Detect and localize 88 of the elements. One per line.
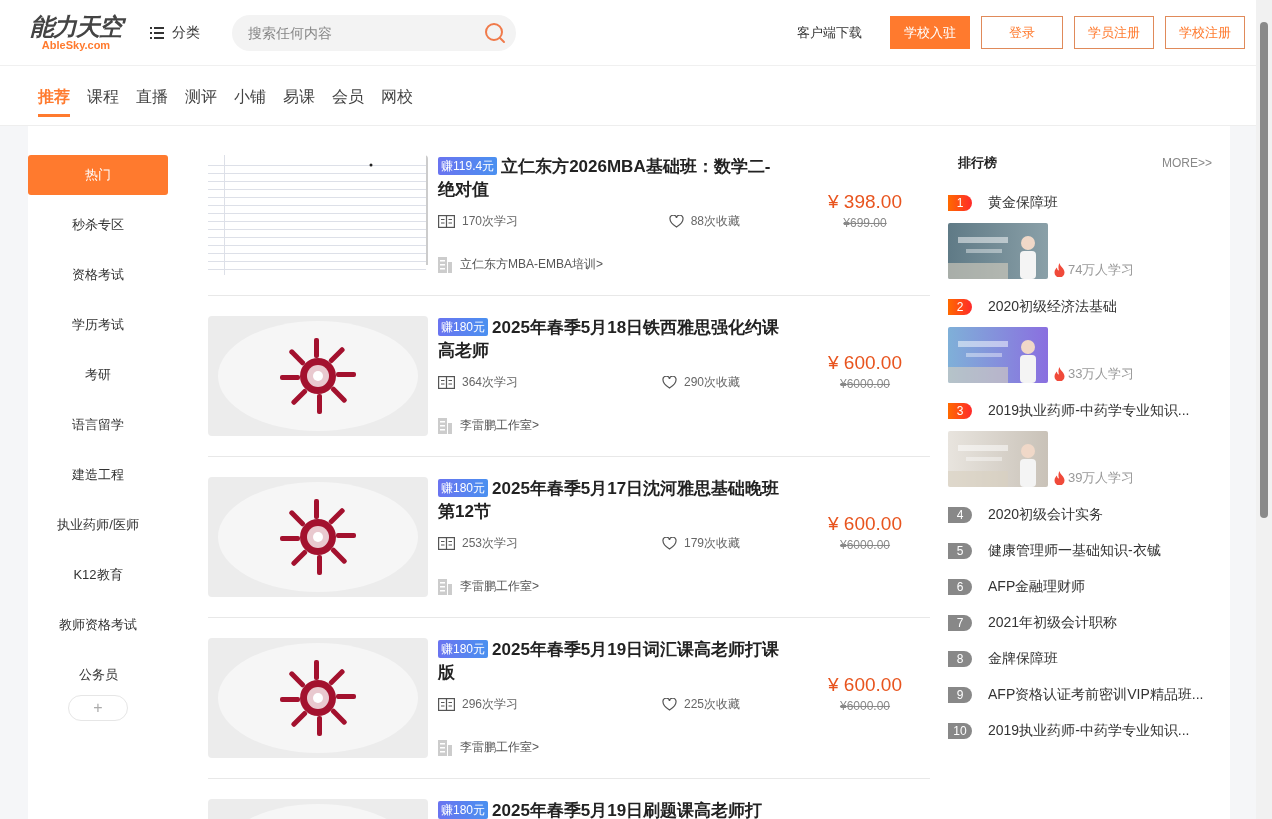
rank-badge: 5	[948, 543, 972, 559]
learner-count: 33万人学习	[1068, 365, 1135, 383]
provider-link[interactable]: 李雷鹏工作室>	[460, 578, 539, 595]
learner-count: 364次学习	[462, 374, 519, 391]
rank-badge: 7	[948, 615, 972, 631]
nav-tab[interactable]: 会员	[332, 78, 364, 117]
nav-tab[interactable]: 易课	[283, 78, 315, 117]
heart-icon[interactable]	[661, 698, 677, 711]
ranking-item[interactable]: 2021年初级会计职称	[988, 614, 1118, 632]
category-item[interactable]: 秒杀专区	[28, 205, 168, 245]
building-icon	[438, 578, 452, 595]
rank-badge: 6	[948, 579, 972, 595]
course-title[interactable]: 赚180元 2025年春季5月17日沈河雅思基础晚班第12节	[438, 477, 783, 523]
rank-badge: 10	[948, 723, 972, 739]
logo-subtitle: AbleSky.com	[41, 39, 111, 51]
ranking-item[interactable]: AFP资格认证考前密训VIP精品班...	[988, 686, 1204, 704]
book-icon	[438, 215, 455, 228]
learner-count: 74万人学习	[1068, 261, 1135, 279]
search-field[interactable]: 搜索任何内容	[232, 14, 516, 51]
ranking-item[interactable]: 2019执业药师-中药学专业知识...	[988, 402, 1190, 420]
price: ¥ 398.00	[828, 191, 902, 213]
rank-badge: 8	[948, 651, 972, 667]
favorite-count: 88次收藏	[690, 213, 740, 230]
ranking-item[interactable]: 黄金保障班	[988, 194, 1058, 212]
rank-badge: 2	[948, 299, 972, 315]
nav-tab[interactable]: 小铺	[234, 78, 266, 117]
nav-tab[interactable]: 课程	[87, 78, 119, 117]
heart-icon[interactable]	[668, 215, 684, 228]
original-price: ¥6000.00	[839, 699, 891, 713]
learner-count: 170次学习	[462, 213, 519, 230]
rank-badge: 4	[948, 507, 972, 523]
favorite-count: 290次收藏	[683, 374, 740, 391]
category-item[interactable]: 教师资格考试	[28, 605, 168, 645]
ranking-item[interactable]: 健康管理师一基础知识-衣铖	[988, 542, 1161, 560]
ranking-item[interactable]: 2019执业药师-中药学专业知识...	[988, 722, 1190, 740]
ranking-item[interactable]: 金牌保障班	[988, 650, 1058, 668]
category-item[interactable]: 公务员	[28, 655, 168, 695]
ranking-item[interactable]: 2020初级会计实务	[988, 506, 1104, 524]
nav-tab[interactable]: 直播	[136, 78, 168, 117]
category-item[interactable]: K12教育	[28, 555, 168, 595]
course-title[interactable]: 赚180元 2025年春季5月19日刷题课高老师打	[438, 799, 783, 819]
ranking-item[interactable]: AFP金融理财师	[988, 578, 1086, 596]
book-icon	[438, 698, 455, 711]
scrollbar[interactable]	[1256, 0, 1272, 819]
provider-link[interactable]: 李雷鹏工作室>	[460, 739, 539, 756]
book-icon	[438, 537, 455, 550]
building-icon	[438, 256, 452, 273]
fire-icon	[1054, 263, 1065, 277]
course-title[interactable]: 赚180元 2025年春季5月18日铁西雅思强化约课高老师	[438, 316, 783, 362]
category-item[interactable]: 考研	[28, 355, 168, 395]
category-item[interactable]: 建造工程	[28, 455, 168, 495]
rank-badge: 1	[948, 195, 972, 211]
price: ¥ 600.00	[828, 352, 902, 374]
rank-badge: 9	[948, 687, 972, 703]
book-icon	[438, 376, 455, 389]
price: ¥ 600.00	[828, 674, 902, 696]
building-icon	[438, 739, 452, 756]
price: ¥ 600.00	[828, 513, 902, 535]
category-item[interactable]: 资格考试	[28, 255, 168, 295]
download-link[interactable]: 客户端下载	[797, 23, 862, 42]
ranking-item[interactable]: 2020初级经济法基础	[988, 298, 1118, 316]
rank-badge: 3	[948, 403, 972, 419]
favorite-count: 225次收藏	[683, 696, 740, 713]
building-icon	[438, 417, 452, 434]
learner-count: 39万人学习	[1068, 469, 1135, 487]
heart-icon[interactable]	[661, 537, 677, 550]
category-item[interactable]: 执业药师/医师	[28, 505, 168, 545]
category-menu-button[interactable]: 分类	[150, 23, 200, 42]
provider-link[interactable]: 李雷鹏工作室>	[460, 417, 539, 434]
original-price: ¥6000.00	[839, 377, 891, 391]
category-item[interactable]: 学历考试	[28, 305, 168, 345]
course-title[interactable]: 赚180元 2025年春季5月19日词汇课高老师打课版	[438, 638, 783, 684]
fire-icon	[1054, 471, 1065, 485]
course-title[interactable]: 赚119.4元 立仁东方2026MBA基础班：数学二-绝对值	[438, 155, 783, 201]
learner-count: 253次学习	[462, 535, 519, 552]
original-price: ¥699.00	[843, 216, 887, 230]
fire-icon	[1054, 367, 1065, 381]
provider-link[interactable]: 立仁东方MBA-EMBA培训>	[460, 256, 603, 273]
nav-tab[interactable]: 网校	[381, 78, 413, 117]
category-item[interactable]: 语言留学	[28, 405, 168, 445]
nav-tab[interactable]: 测评	[185, 78, 217, 117]
more-link[interactable]: MORE>>	[1162, 156, 1212, 170]
heart-icon[interactable]	[661, 376, 677, 389]
menu-icon[interactable]	[150, 26, 164, 39]
favorite-count: 179次收藏	[683, 535, 740, 552]
ranking-title: 排行榜	[957, 154, 997, 172]
original-price: ¥6000.00	[839, 538, 891, 552]
learner-count: 296次学习	[462, 696, 519, 713]
